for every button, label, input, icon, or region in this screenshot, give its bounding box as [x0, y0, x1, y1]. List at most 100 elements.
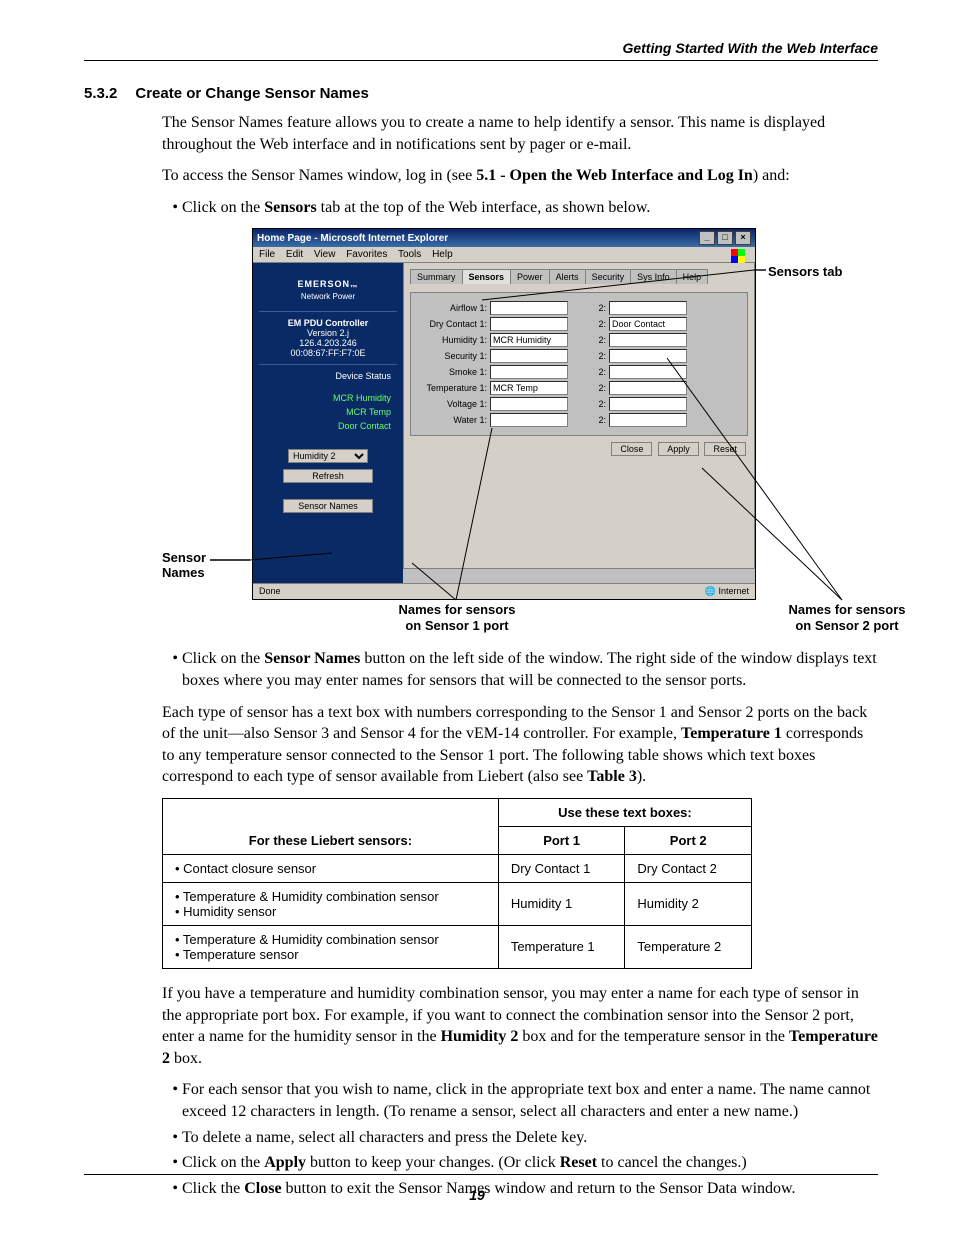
sidebar-select[interactable]: Humidity 2 — [288, 449, 368, 463]
input-water2[interactable] — [609, 413, 687, 427]
input-airflow2[interactable] — [609, 301, 687, 315]
close-icon[interactable]: × — [735, 231, 751, 245]
cell-r1c1: • Temperature & Humidity combination sen… — [163, 882, 499, 925]
page-number: 19 — [0, 1187, 954, 1203]
brand-text: EMERSON — [297, 279, 350, 289]
ie-title-text: Home Page - Microsoft Internet Explorer — [257, 233, 448, 244]
bullet-apply: Click on the Apply button to keep your c… — [182, 1152, 878, 1174]
lbl-temperature1: Temperature 1: — [419, 383, 487, 393]
lbl-security1: Security 1: — [419, 351, 487, 361]
apply-button[interactable]: Apply — [658, 442, 699, 456]
p4-b: Humidity 2 — [441, 1028, 519, 1045]
brand-name: EMERSON™ — [259, 279, 397, 292]
close-button[interactable]: Close — [611, 442, 652, 456]
paragraph-3: Each type of sensor has a text box with … — [162, 702, 878, 788]
running-head: Getting Started With the Web Interface — [84, 40, 878, 56]
minimize-icon[interactable]: _ — [699, 231, 715, 245]
lbl-smoke1: Smoke 1: — [419, 367, 487, 377]
input-security1[interactable] — [490, 349, 568, 363]
status-temp: MCR Temp — [259, 405, 391, 419]
lbl-drycontact1: Dry Contact 1: — [419, 319, 487, 329]
status-list: MCR Humidity MCR Temp Door Contact — [259, 391, 397, 433]
table-row: • Contact closure sensor Dry Contact 1 D… — [163, 854, 752, 882]
tabs: Summary Sensors Power Alerts Security Sy… — [410, 269, 748, 284]
cell-r2c2: Temperature 1 — [498, 925, 625, 968]
b5-a: Click on the — [182, 1154, 264, 1171]
b5-b: Apply — [264, 1154, 306, 1171]
status-door: Door Contact — [259, 419, 391, 433]
th-sensors: For these Liebert sensors: — [163, 798, 499, 854]
input-voltage1[interactable] — [490, 397, 568, 411]
table-row: • Temperature & Humidity combination sen… — [163, 925, 752, 968]
b1-c: tab at the top of the Web interface, as … — [317, 199, 651, 216]
input-airflow1[interactable] — [490, 301, 568, 315]
ie-menu-bar: File Edit View Favorites Tools Help — [253, 247, 755, 263]
input-water1[interactable] — [490, 413, 568, 427]
reset-button[interactable]: Reset — [704, 442, 746, 456]
input-drycontact1[interactable] — [490, 317, 568, 331]
brand-sub: Network Power — [259, 292, 397, 301]
menu-tools[interactable]: Tools — [398, 249, 421, 260]
tab-sysinfo[interactable]: Sys Info — [630, 269, 677, 284]
sensor-names-button[interactable]: Sensor Names — [283, 499, 373, 513]
tab-sensors[interactable]: Sensors — [462, 269, 512, 284]
lbl-voltage1: Voltage 1: — [419, 399, 487, 409]
caption-names2: Names for sensorson Sensor 2 port — [762, 602, 932, 633]
cell-r0c2: Dry Contact 1 — [498, 854, 625, 882]
input-security2[interactable] — [609, 349, 687, 363]
bullet-enter-name: For each sensor that you wish to name, c… — [182, 1079, 878, 1122]
lbl-water1: Water 1: — [419, 415, 487, 425]
sidebar-mac: 00:08:67:FF:F7:0E — [259, 348, 397, 358]
input-humidity1[interactable] — [490, 333, 568, 347]
section-number: 5.3.2 — [84, 85, 117, 102]
tab-security[interactable]: Security — [585, 269, 632, 284]
b5-c: button to keep your changes. (Or click — [306, 1154, 560, 1171]
section-title: Create or Change Sensor Names — [135, 85, 368, 102]
input-temperature2[interactable] — [609, 381, 687, 395]
input-voltage2[interactable] — [609, 397, 687, 411]
cell-r1c3: Humidity 2 — [625, 882, 752, 925]
sidebar: EMERSON™ Network Power EM PDU Controller… — [253, 263, 403, 583]
status-right: 🌐 Internet — [705, 586, 749, 597]
bullet-sensor-names-btn: Click on the Sensor Names button on the … — [182, 648, 878, 691]
menu-help[interactable]: Help — [432, 249, 453, 260]
tab-help[interactable]: Help — [676, 269, 709, 284]
maximize-icon[interactable]: □ — [717, 231, 733, 245]
p4-e: box. — [170, 1050, 202, 1067]
lbl-voltage2: 2: — [598, 399, 606, 409]
lbl-temperature2: 2: — [598, 383, 606, 393]
screenshot-wrap: Home Page - Microsoft Internet Explorer … — [162, 228, 878, 628]
menu-view[interactable]: View — [314, 249, 336, 260]
p4-c: box and for the temperature sensor in th… — [518, 1028, 789, 1045]
menu-edit[interactable]: Edit — [286, 249, 303, 260]
status-humidity: MCR Humidity — [259, 391, 391, 405]
input-smoke1[interactable] — [490, 365, 568, 379]
b5-e: to cancel the changes.) — [597, 1154, 747, 1171]
tab-alerts[interactable]: Alerts — [549, 269, 586, 284]
menu-favorites[interactable]: Favorites — [346, 249, 387, 260]
button-row: Close Apply Reset — [410, 436, 748, 456]
input-temperature1[interactable] — [490, 381, 568, 395]
tab-power[interactable]: Power — [510, 269, 550, 284]
paragraph-2: To access the Sensor Names window, log i… — [162, 165, 878, 187]
paragraph-1: The Sensor Names feature allows you to c… — [162, 112, 878, 155]
lbl-drycontact2: 2: — [598, 319, 606, 329]
input-humidity2[interactable] — [609, 333, 687, 347]
menu-file[interactable]: File — [259, 249, 275, 260]
input-drycontact2[interactable] — [609, 317, 687, 331]
window-buttons: _□× — [697, 231, 751, 245]
refresh-button[interactable]: Refresh — [283, 469, 373, 483]
cell-r2c3: Temperature 2 — [625, 925, 752, 968]
p2-b: 5.1 - Open the Web Interface and Log In — [476, 167, 753, 184]
lbl-smoke2: 2: — [598, 367, 606, 377]
b2-a: Click on the — [182, 650, 264, 667]
lbl-airflow2: 2: — [598, 303, 606, 313]
sensor-col-1: Airflow 1: Dry Contact 1: Humidity 1: Se… — [419, 301, 568, 427]
sidebar-title: EM PDU Controller — [259, 318, 397, 328]
main-area: Summary Sensors Power Alerts Security Sy… — [403, 263, 755, 583]
ie-window: Home Page - Microsoft Internet Explorer … — [252, 228, 756, 600]
callout-sensors-tab: Sensors tab — [768, 264, 842, 279]
input-smoke2[interactable] — [609, 365, 687, 379]
tab-summary[interactable]: Summary — [410, 269, 463, 284]
cell-r2c1: • Temperature & Humidity combination sen… — [163, 925, 499, 968]
